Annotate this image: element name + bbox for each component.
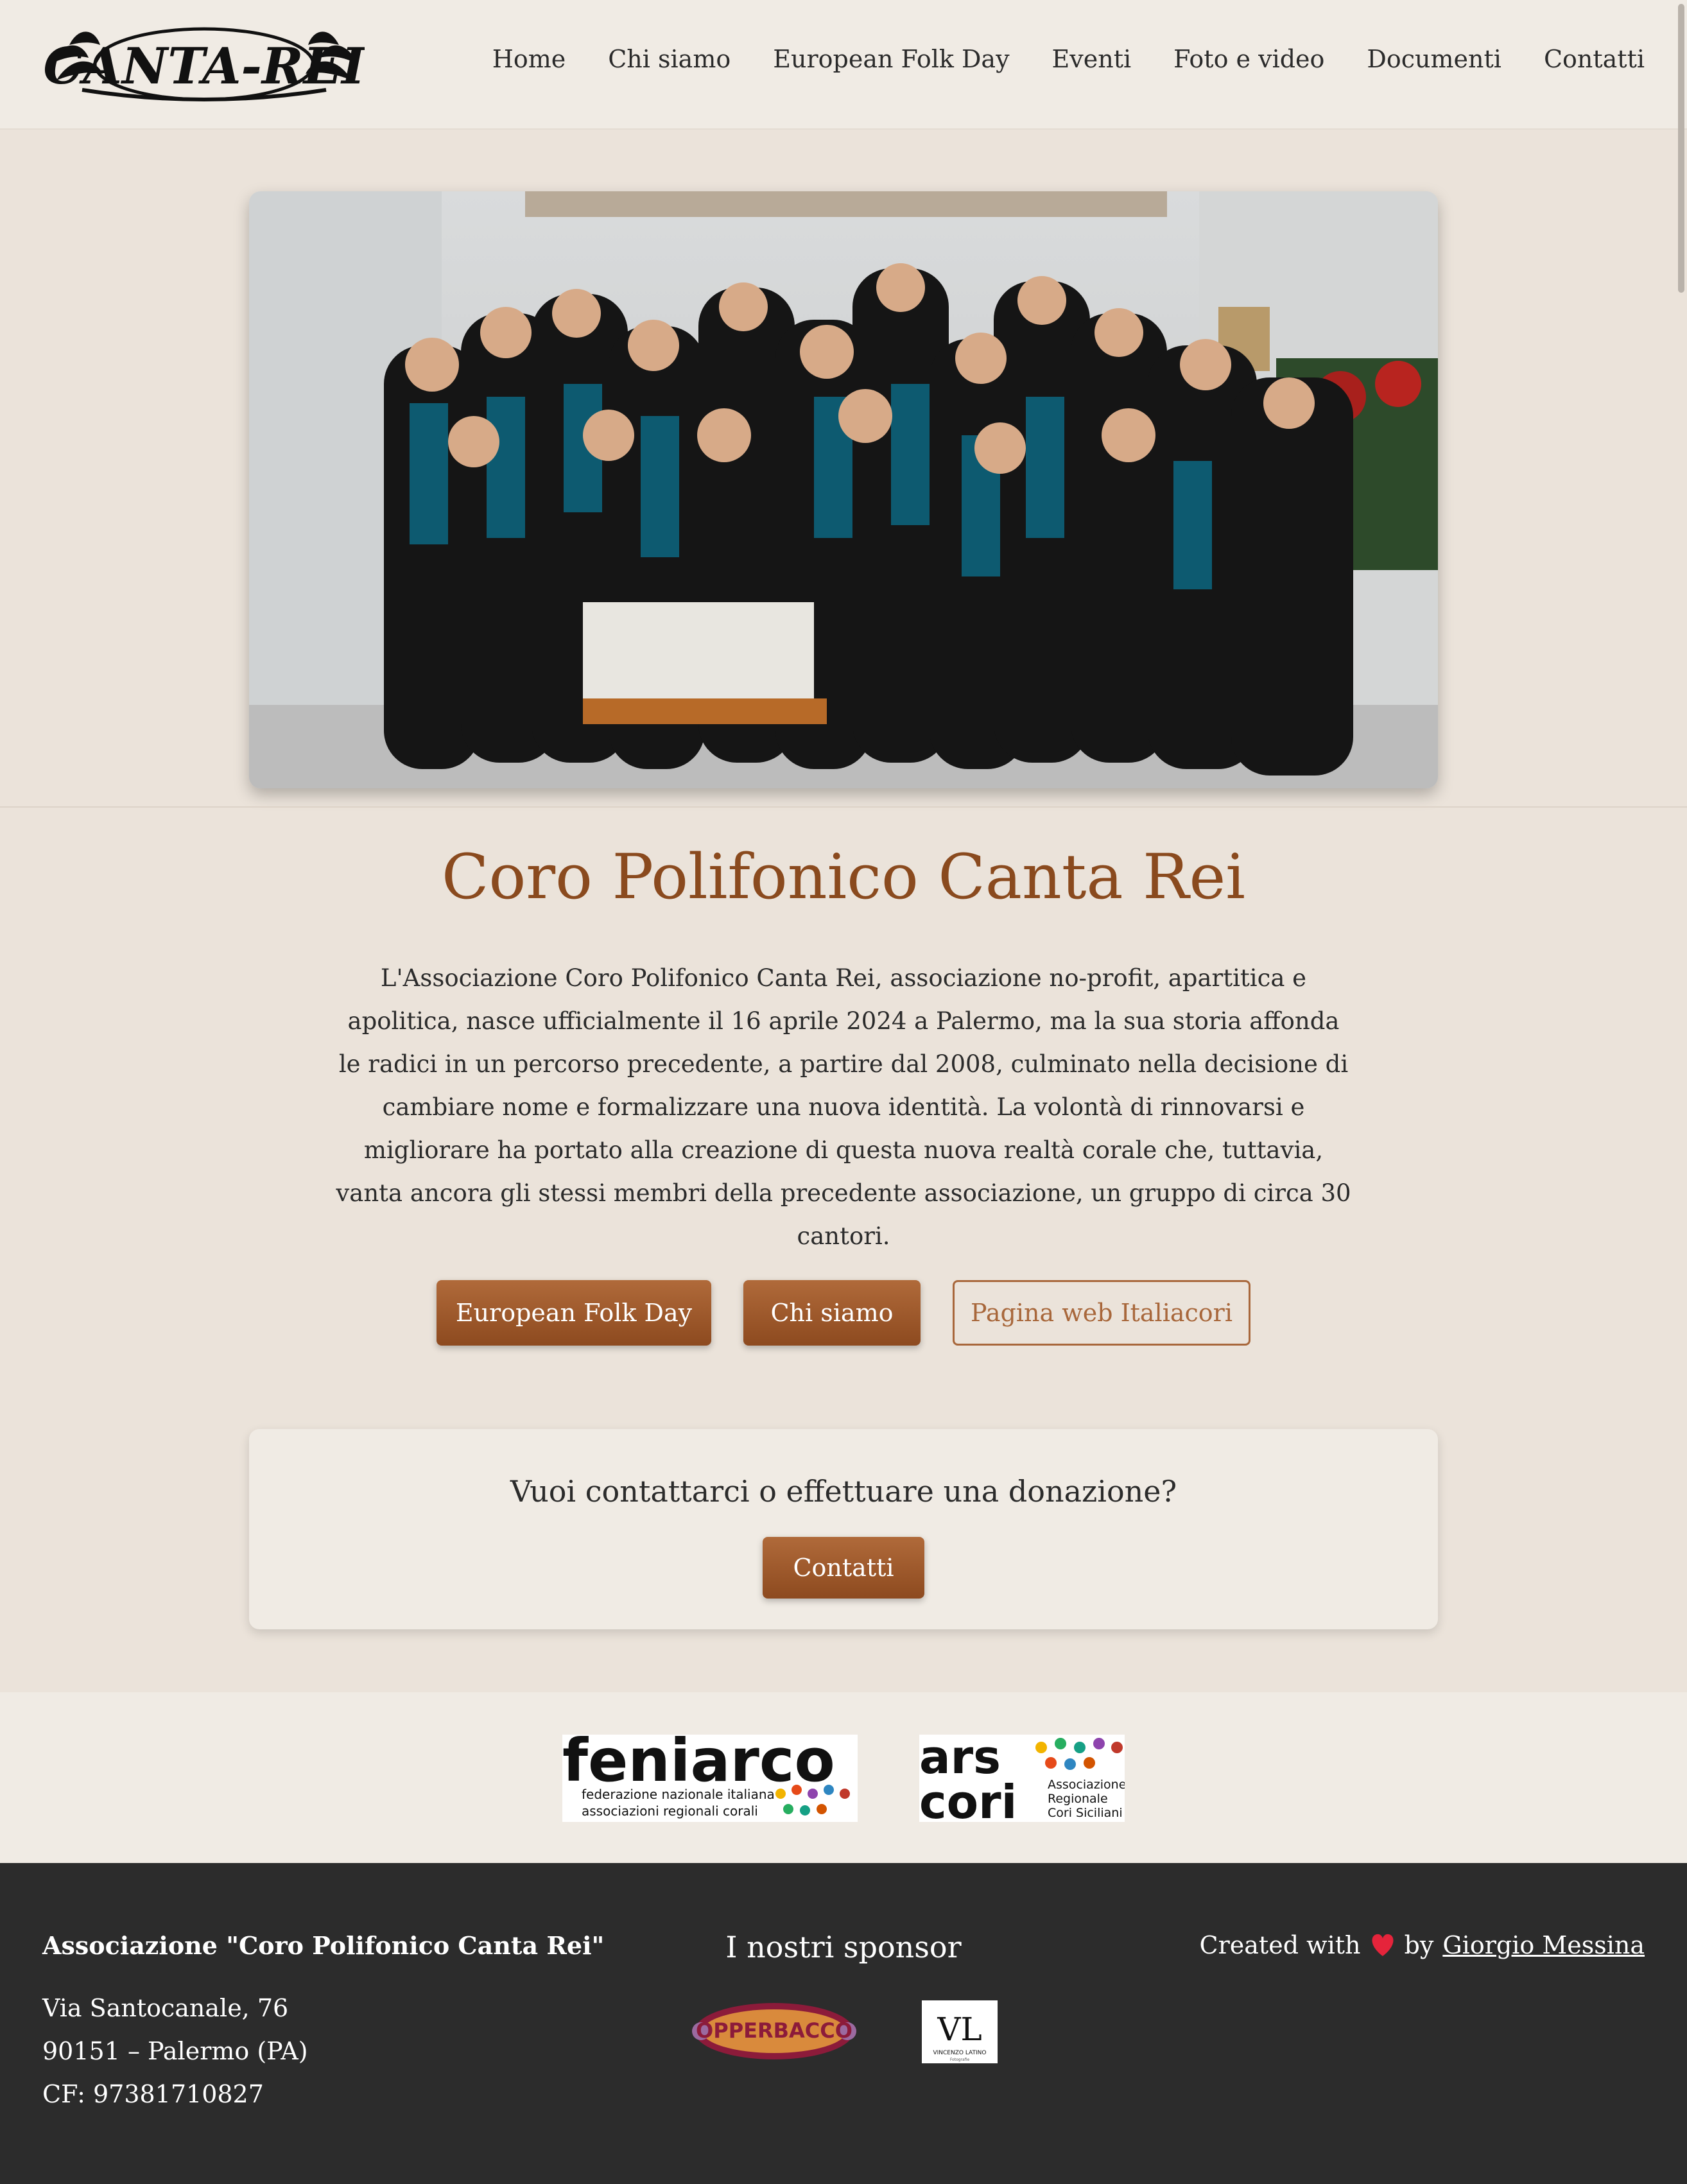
arscori-logo[interactable]: ars cori Associazione Regionale Cori Sic… — [919, 1735, 1125, 1822]
contact-card: Vuoi contattarci o effettuare una donazi… — [249, 1429, 1438, 1629]
nav-home[interactable]: Home — [492, 45, 566, 73]
svg-text:Fotografie: Fotografie — [950, 2058, 970, 2062]
section-divider — [0, 806, 1687, 808]
italiacori-button[interactable]: Pagina web Italiacori — [953, 1280, 1250, 1346]
chi-siamo-button[interactable]: Chi siamo — [743, 1280, 921, 1346]
nav-eventi[interactable]: Eventi — [1052, 45, 1132, 73]
footer-address-city: 90151 – Palermo (PA) — [42, 2037, 308, 2065]
nav-documenti[interactable]: Documenti — [1367, 45, 1501, 73]
nav-european-folk-day[interactable]: European Folk Day — [773, 45, 1009, 73]
svg-text:OPPERBACCO: OPPERBACCO — [696, 2018, 852, 2043]
european-folk-day-button[interactable]: European Folk Day — [437, 1280, 711, 1346]
footer-address-street: Via Santocanale, 76 — [42, 1994, 289, 2022]
intro-paragraph: L'Associazione Coro Polifonico Canta Rei… — [336, 964, 1351, 1250]
feniarco-logo[interactable]: feniarco federazione nazionale italiana … — [562, 1735, 858, 1822]
opperbacco-logo[interactable]: OPPERBACCO — [689, 1999, 859, 2063]
heart-icon — [1372, 1934, 1394, 1956]
footer-credit: Created with by Giorgio Messina — [1200, 1931, 1645, 1959]
contatti-button[interactable]: Contatti — [763, 1537, 924, 1599]
svg-text:Associazione: Associazione — [1048, 1778, 1125, 1792]
svg-text:Regionale: Regionale — [1048, 1792, 1108, 1806]
canta-rei-logo[interactable]: CANTA-REI — [44, 19, 365, 103]
svg-text:Cori Siciliani: Cori Siciliani — [1048, 1806, 1123, 1820]
credit-by: by — [1404, 1931, 1434, 1959]
svg-text:VL: VL — [937, 2011, 982, 2048]
choir-photo — [249, 191, 1438, 788]
scrollbar-thumb[interactable] — [1678, 4, 1684, 293]
main-nav: Home Chi siamo European Folk Day Eventi … — [492, 45, 1645, 73]
nav-chi-siamo[interactable]: Chi siamo — [608, 45, 731, 73]
nav-contatti[interactable]: Contatti — [1544, 45, 1645, 73]
choir-photo-illustration — [249, 191, 1438, 788]
svg-text:CANTA-REI: CANTA-REI — [44, 37, 365, 96]
site-footer: Associazione "Coro Polifonico Canta Rei"… — [0, 1863, 1687, 2184]
footer-tax-code: CF: 97381710827 — [42, 2080, 264, 2108]
vincenzo-latino-logo[interactable]: VL VINCENZO LATINO Fotografie — [922, 2000, 998, 2063]
credit-author-link[interactable]: Giorgio Messina — [1442, 1931, 1645, 1959]
site-header: CANTA-REI Home Chi siamo European Folk D… — [0, 0, 1687, 130]
contact-question: Vuoi contattarci o effettuare una donazi… — [510, 1474, 1177, 1509]
svg-text:associazioni regionali corali: associazioni regionali corali — [582, 1803, 758, 1819]
svg-text:VINCENZO LATINO: VINCENZO LATINO — [933, 2050, 986, 2056]
credit-prefix: Created with — [1199, 1931, 1361, 1959]
svg-text:cori: cori — [919, 1775, 1017, 1822]
page-title: Coro Polifonico Canta Rei — [442, 841, 1245, 913]
nav-foto-e-video[interactable]: Foto e video — [1173, 45, 1324, 73]
svg-text:federazione nazionale italiana: federazione nazionale italiana — [582, 1787, 775, 1802]
partner-logos: feniarco federazione nazionale italiana … — [0, 1692, 1687, 1863]
